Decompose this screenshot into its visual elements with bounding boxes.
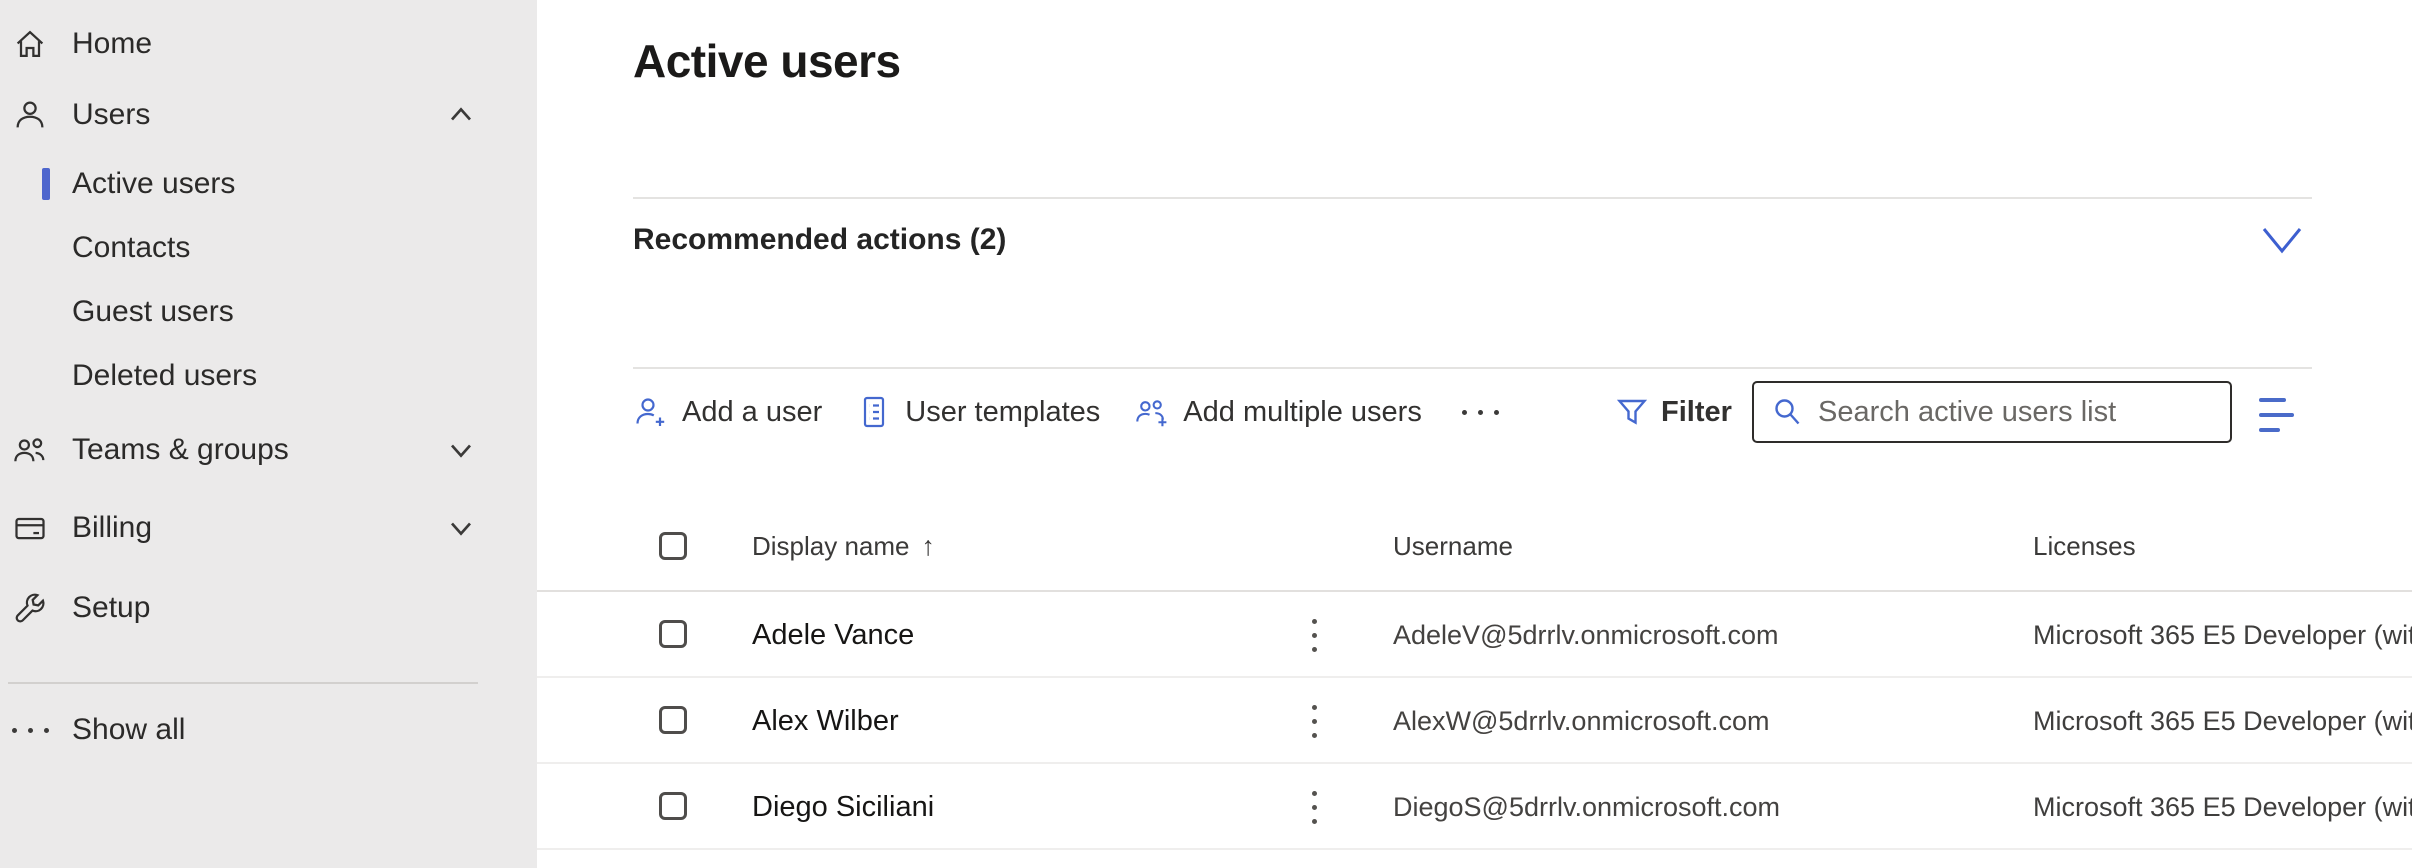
selected-indicator xyxy=(42,168,50,200)
toolbar: Add a user User templates Add multiple u… xyxy=(633,378,1505,446)
user-username: AlexW@5drrlv.onmicrosoft.com xyxy=(1393,678,1769,764)
section-divider xyxy=(633,197,2312,199)
user-username: AdeleV@5drrlv.onmicrosoft.com xyxy=(1393,592,1779,678)
column-header-display-name[interactable]: Display name ↑ xyxy=(752,500,935,592)
sidebar-item-label: Show all xyxy=(72,713,185,747)
wrench-icon xyxy=(8,586,52,630)
chevron-down-icon xyxy=(443,510,479,546)
more-vertical-icon xyxy=(1312,619,1317,652)
user-licenses: Microsoft 365 E5 Developer (withou xyxy=(2033,764,2412,850)
more-horizontal-icon xyxy=(1462,410,1499,415)
chevron-up-icon xyxy=(443,97,479,133)
row-more-actions-button[interactable] xyxy=(1299,592,1329,678)
sidebar-item-label: Users xyxy=(72,98,150,132)
person-add-icon xyxy=(633,394,669,430)
section-divider xyxy=(633,367,2312,369)
row-checkbox[interactable] xyxy=(659,792,687,820)
row-checkbox[interactable] xyxy=(659,620,687,648)
column-label: Username xyxy=(1393,531,1513,562)
page-title: Active users xyxy=(633,34,901,88)
table-row[interactable]: Alex Wilber AlexW@5drrlv.onmicrosoft.com… xyxy=(537,678,2412,764)
home-icon xyxy=(8,22,52,66)
user-templates-button[interactable]: User templates xyxy=(856,394,1100,430)
column-label: Display name xyxy=(752,531,910,562)
people-add-icon xyxy=(1134,394,1170,430)
sidebar-item-label: Contacts xyxy=(72,231,190,265)
chevron-down-icon[interactable] xyxy=(2260,224,2304,256)
user-username: DiegoS@5drrlv.onmicrosoft.com xyxy=(1393,764,1780,850)
recommended-actions-header[interactable]: Recommended actions (2) xyxy=(633,212,2312,268)
table-row[interactable]: Adele Vance AdeleV@5drrlv.onmicrosoft.co… xyxy=(537,592,2412,678)
user-display-name[interactable]: Alex Wilber xyxy=(752,678,899,764)
search-box xyxy=(1752,381,2232,443)
sidebar-item-setup[interactable]: Setup xyxy=(0,572,537,644)
sidebar: Home Users Active users Contacts Guest u… xyxy=(0,0,537,868)
sidebar-item-teams-groups[interactable]: Teams & groups xyxy=(0,414,537,486)
sort-lines-icon[interactable] xyxy=(2259,398,2297,432)
table-header: Display name ↑ Username Licenses xyxy=(537,500,2412,592)
sidebar-item-label: Home xyxy=(72,27,152,61)
sidebar-item-guest-users[interactable]: Guest users xyxy=(0,280,537,344)
filter-funnel-icon xyxy=(1615,395,1649,429)
sidebar-item-contacts[interactable]: Contacts xyxy=(0,216,537,280)
add-multiple-users-button[interactable]: Add multiple users xyxy=(1134,394,1422,430)
more-vertical-icon xyxy=(1312,791,1317,824)
people-team-icon xyxy=(8,428,52,472)
user-display-name[interactable]: Diego Siciliani xyxy=(752,764,934,850)
filter-button[interactable]: Filter xyxy=(1615,378,1732,446)
toolbar-overflow-button[interactable] xyxy=(1456,410,1505,415)
sidebar-item-label: Setup xyxy=(72,591,150,625)
row-more-actions-button[interactable] xyxy=(1299,678,1329,764)
user-licenses: Microsoft 365 E5 Developer (withou xyxy=(2033,592,2412,678)
person-icon xyxy=(8,93,52,137)
select-all-checkbox[interactable] xyxy=(659,532,687,560)
sidebar-item-label: Deleted users xyxy=(72,359,257,393)
user-display-name[interactable]: Adele Vance xyxy=(752,592,914,678)
user-licenses: Microsoft 365 E5 Developer (withou xyxy=(2033,678,2412,764)
sidebar-item-deleted-users[interactable]: Deleted users xyxy=(0,344,537,408)
sidebar-item-label: Billing xyxy=(72,511,152,545)
table-row[interactable]: Diego Siciliani DiegoS@5drrlv.onmicrosof… xyxy=(537,764,2412,850)
sort-ascending-icon: ↑ xyxy=(922,531,936,562)
template-list-icon xyxy=(856,394,892,430)
sidebar-item-label: Guest users xyxy=(72,295,234,329)
search-input[interactable] xyxy=(1818,396,2198,429)
user-templates-label: User templates xyxy=(905,396,1100,429)
filter-label: Filter xyxy=(1661,396,1732,429)
more-vertical-icon xyxy=(1312,705,1317,738)
search-icon xyxy=(1770,395,1804,429)
m365-admin-active-users-page: Home Users Active users Contacts Guest u… xyxy=(0,0,2412,868)
sidebar-item-active-users[interactable]: Active users xyxy=(0,152,537,216)
sidebar-item-label: Active users xyxy=(72,167,235,201)
credit-card-icon xyxy=(8,506,52,550)
sidebar-item-home[interactable]: Home xyxy=(0,8,537,80)
chevron-down-icon xyxy=(443,432,479,468)
column-label: Licenses xyxy=(2033,531,2136,562)
recommended-actions-label: Recommended actions (2) xyxy=(633,212,2312,268)
ellipsis-icon xyxy=(8,708,52,752)
column-header-licenses[interactable]: Licenses xyxy=(2033,500,2136,592)
add-user-button[interactable]: Add a user xyxy=(633,394,822,430)
add-multiple-users-label: Add multiple users xyxy=(1183,396,1422,429)
row-more-actions-button[interactable] xyxy=(1299,764,1329,850)
sidebar-item-show-all[interactable]: Show all xyxy=(0,696,537,764)
sidebar-item-label: Teams & groups xyxy=(72,433,289,467)
main-content: Active users Recommended actions (2) Add… xyxy=(537,0,2412,868)
sidebar-item-billing[interactable]: Billing xyxy=(0,492,537,564)
add-user-label: Add a user xyxy=(682,396,822,429)
row-checkbox[interactable] xyxy=(659,706,687,734)
sidebar-item-users[interactable]: Users xyxy=(0,80,537,150)
column-header-username[interactable]: Username xyxy=(1393,500,1513,592)
sidebar-divider xyxy=(8,682,478,684)
